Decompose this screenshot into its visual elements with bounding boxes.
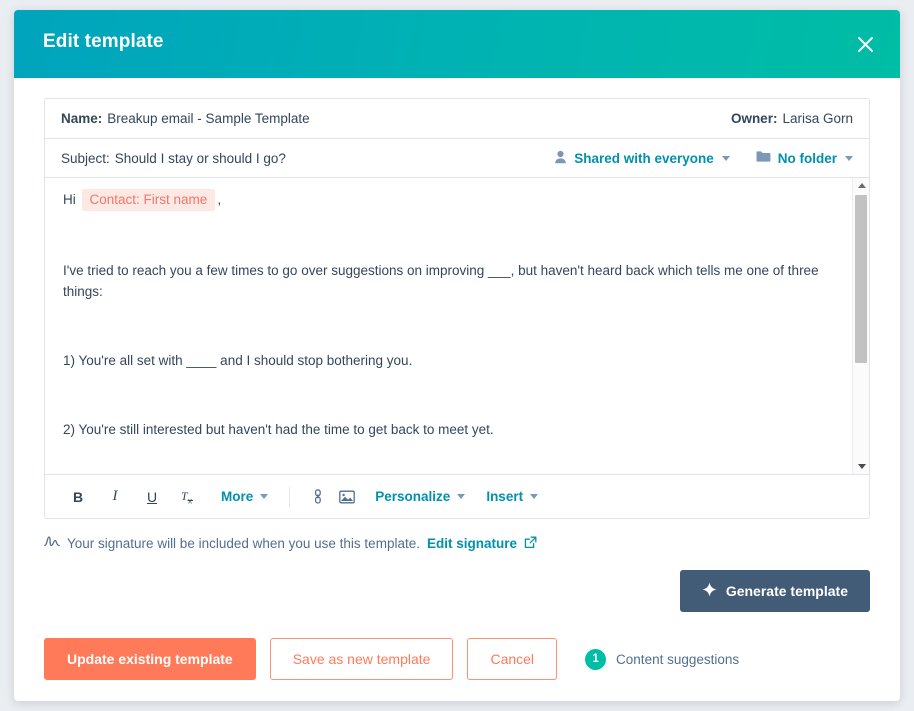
subject-value[interactable]: Should I stay or should I go? xyxy=(115,151,286,166)
subject-actions: Shared with everyone No folder xyxy=(554,150,853,167)
template-owner-group: Owner: Larisa Gorn xyxy=(731,111,853,126)
generate-row: Generate template xyxy=(44,570,870,612)
link-icon[interactable] xyxy=(305,484,331,510)
save-as-new-template-button[interactable]: Save as new template xyxy=(269,638,454,680)
greeting-line: Hi Contact: First name, xyxy=(63,189,833,211)
page-title: Edit template xyxy=(43,31,164,52)
editor-content[interactable]: Hi Contact: First name, I've tried to re… xyxy=(45,178,851,474)
editor-toolbar: B I U T x More xyxy=(45,474,869,518)
close-icon[interactable] xyxy=(848,27,882,61)
update-existing-template-button[interactable]: Update existing template xyxy=(44,638,256,680)
content-suggestions-label: Content suggestions xyxy=(616,651,740,667)
generate-template-button[interactable]: Generate template xyxy=(679,570,870,612)
greeting-suffix: , xyxy=(217,192,222,207)
personalization-token[interactable]: Contact: First name xyxy=(81,189,216,211)
sparkle-icon xyxy=(702,582,717,600)
editor-scrollbar[interactable] xyxy=(852,178,869,474)
name-label: Name: xyxy=(61,111,103,126)
edit-signature-link[interactable]: Edit signature xyxy=(427,536,517,551)
sharing-label: Shared with everyone xyxy=(574,150,714,166)
subject-label: Subject: xyxy=(61,150,110,166)
more-label: More xyxy=(221,489,254,504)
chevron-down-icon xyxy=(721,155,730,161)
clear-formatting-button[interactable]: T x xyxy=(172,484,206,510)
greeting-prefix: Hi xyxy=(63,192,76,207)
personalize-dropdown[interactable]: Personalize xyxy=(369,489,471,504)
scrollbar-thumb[interactable] xyxy=(855,195,867,363)
template-card: Name: Breakup email - Sample Template Ow… xyxy=(44,98,870,519)
personalize-label: Personalize xyxy=(375,489,451,504)
toolbar-divider xyxy=(289,486,291,507)
more-dropdown[interactable]: More xyxy=(215,489,274,504)
chevron-down-icon xyxy=(530,494,539,499)
content-suggestions[interactable]: 1 Content suggestions xyxy=(585,648,740,670)
status-badge: 1 xyxy=(585,648,607,670)
name-value[interactable]: Breakup email - Sample Template xyxy=(107,111,309,126)
person-icon xyxy=(554,150,567,167)
underline-button[interactable]: U xyxy=(135,484,169,510)
template-subject-row: Subject: Should I stay or should I go? S… xyxy=(45,139,869,178)
folder-label: No folder xyxy=(777,150,837,166)
modal-footer: Update existing template Save as new tem… xyxy=(44,638,870,680)
scroll-down-arrow-icon[interactable] xyxy=(853,459,869,474)
insert-dropdown[interactable]: Insert xyxy=(480,489,544,504)
italic-button[interactable]: I xyxy=(98,484,132,510)
subject-group: Subject: Should I stay or should I go? xyxy=(61,151,286,166)
modal-header: Edit template xyxy=(14,10,900,78)
signature-text: Your signature will be included when you… xyxy=(67,536,420,551)
editor-paragraph: I've tried to reach you a few times to g… xyxy=(63,262,819,299)
generate-template-label: Generate template xyxy=(725,583,848,599)
signature-notice: Your signature will be included when you… xyxy=(44,535,870,552)
template-meta-row: Name: Breakup email - Sample Template Ow… xyxy=(45,99,869,139)
cancel-button[interactable]: Cancel xyxy=(467,638,558,680)
chevron-down-icon xyxy=(457,494,466,499)
modal-body: Name: Breakup email - Sample Template Ow… xyxy=(14,78,900,612)
folder-dropdown[interactable]: No folder xyxy=(756,150,853,166)
scroll-up-arrow-icon[interactable] xyxy=(853,178,869,193)
owner-label: Owner: xyxy=(730,111,778,126)
signature-icon xyxy=(44,535,60,552)
sharing-dropdown[interactable]: Shared with everyone xyxy=(554,150,730,167)
chevron-down-icon xyxy=(260,494,269,499)
external-link-icon[interactable] xyxy=(524,536,537,552)
template-name-group: Name: Breakup email - Sample Template xyxy=(61,111,310,126)
folder-icon xyxy=(756,150,771,166)
email-body-editor[interactable]: Hi Contact: First name, I've tried to re… xyxy=(45,178,869,474)
edit-template-modal: Edit template Name: Breakup email - Samp… xyxy=(14,10,900,701)
image-icon[interactable] xyxy=(334,484,360,510)
editor-paragraph: 2) You're still interested but haven't h… xyxy=(63,421,494,437)
insert-label: Insert xyxy=(486,489,524,504)
editor-paragraph: 1) You're all set with ____ and I should… xyxy=(63,352,413,368)
bold-button[interactable]: B xyxy=(61,484,95,510)
owner-value: Larisa Gorn xyxy=(782,111,853,126)
chevron-down-icon xyxy=(845,155,853,161)
